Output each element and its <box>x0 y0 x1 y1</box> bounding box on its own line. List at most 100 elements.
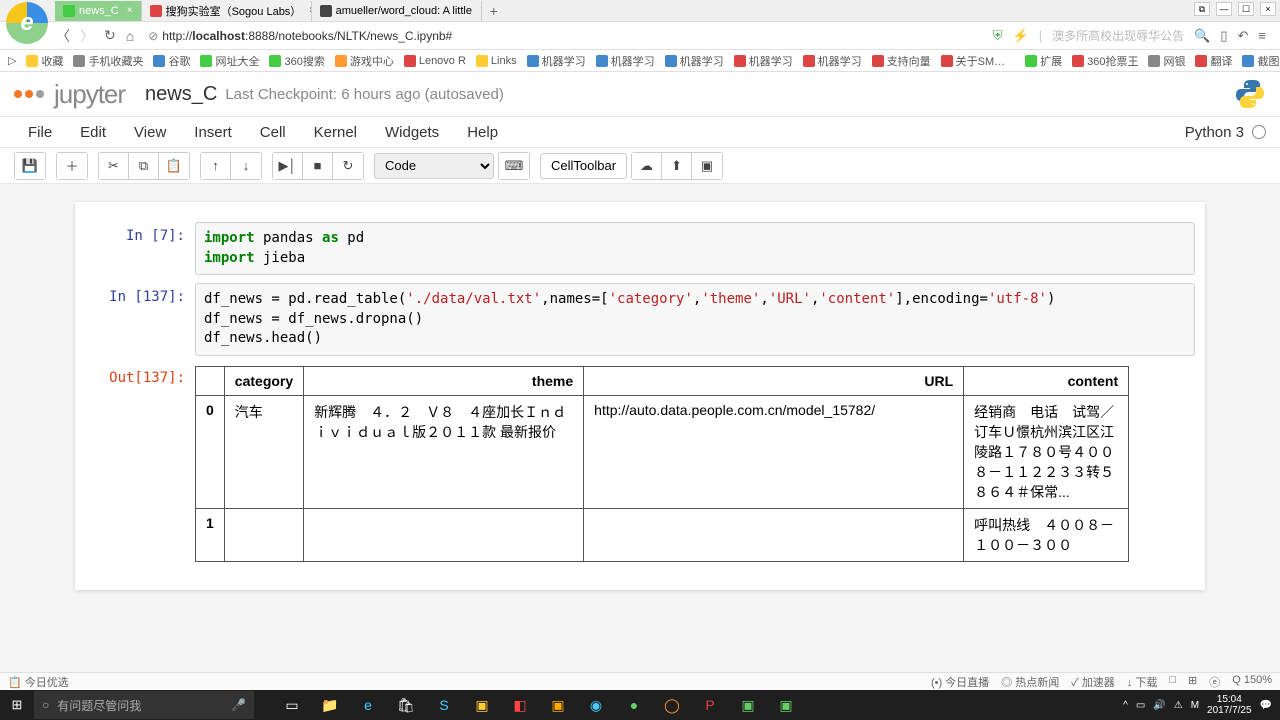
taskbar-app[interactable]: ▣ <box>730 690 766 720</box>
present-button[interactable]: ▣ <box>692 153 722 179</box>
jupyter-logo[interactable]: jupyter <box>14 79 125 110</box>
taskbar-app[interactable]: 📁 <box>312 690 348 720</box>
bookmark-item[interactable]: 截图 <box>1242 53 1279 69</box>
taskbar-app[interactable]: ◯ <box>654 690 690 720</box>
bookmark-item[interactable]: 游戏中心 <box>335 53 394 69</box>
reader-icon[interactable]: ▯ <box>1220 28 1227 44</box>
bookmark-item[interactable]: 扩展 <box>1025 53 1062 69</box>
taskbar-app[interactable]: ▣ <box>768 690 804 720</box>
command-palette-button[interactable]: ⌨ <box>499 153 529 179</box>
tray-icon[interactable]: ⚠ <box>1174 700 1183 711</box>
reload-icon[interactable]: ↻ <box>104 27 116 44</box>
browser-tab-active[interactable]: news_C × <box>55 1 142 21</box>
tray-notifications-icon[interactable]: 💬 <box>1260 700 1272 711</box>
statusbar-left[interactable]: 📋 今日优选 <box>8 674 69 690</box>
code-cell[interactable]: In [7]: import pandas as pd import jieba <box>85 222 1195 275</box>
share-button[interactable]: ⬆ <box>662 153 692 179</box>
taskbar-app[interactable]: ▣ <box>540 690 576 720</box>
taskbar-app[interactable]: P <box>692 690 728 720</box>
tab-close-icon[interactable]: × <box>480 5 482 16</box>
bookmark-item[interactable]: 360抢票王 <box>1072 53 1138 69</box>
bookmark-item[interactable]: 关于SM… <box>941 53 1006 69</box>
taskbar-app[interactable]: ◧ <box>502 690 538 720</box>
tray-ime[interactable]: M <box>1191 700 1199 711</box>
bookmark-item[interactable]: 收藏 <box>26 53 63 69</box>
browser-tab[interactable]: amueller/word_cloud: A little × <box>312 1 482 21</box>
statusbar-item[interactable]: ⓔ <box>1209 674 1220 690</box>
tab-close-icon[interactable]: × <box>127 5 133 16</box>
browser-tab[interactable]: 搜狗实验室（Sogou Labs） × <box>142 1 312 21</box>
tray-clock[interactable]: 15:042017/7/25 <box>1207 694 1252 716</box>
bookmark-item[interactable]: 360搜索 <box>269 53 324 69</box>
statusbar-item[interactable]: ◎ 热点新闻 <box>1001 674 1059 690</box>
statusbar-item[interactable]: □ <box>1169 674 1176 690</box>
taskbar-app[interactable]: 🛍 <box>388 690 424 720</box>
search-hint[interactable]: 澳多所高校出现辱华公告 <box>1052 27 1184 44</box>
statusbar-item[interactable]: ⊞ <box>1188 674 1197 690</box>
bookmark-item[interactable]: 机器学习 <box>734 53 793 69</box>
start-button[interactable]: ⊞ <box>0 690 34 720</box>
menu-file[interactable]: File <box>14 118 66 147</box>
statusbar-item[interactable]: ✓ 加速器 <box>1071 674 1115 690</box>
code-input[interactable]: import pandas as pd import jieba <box>195 222 1195 275</box>
bookmark-item[interactable]: 网银 <box>1148 53 1185 69</box>
statusbar-item[interactable]: ↓ 下载 <box>1127 674 1158 690</box>
tray-icon[interactable]: 🔊 <box>1153 700 1165 711</box>
restart-button[interactable]: ↻ <box>333 153 363 179</box>
move-up-button[interactable]: ↑ <box>201 153 231 179</box>
bookmark-item[interactable]: 机器学习 <box>803 53 862 69</box>
bookmarks-toggle-icon[interactable]: ▷ <box>8 54 16 67</box>
cut-button[interactable]: ✂ <box>99 153 129 179</box>
bookmark-item[interactable]: 网址大全 <box>200 53 259 69</box>
menu-help[interactable]: Help <box>453 118 512 147</box>
search-icon[interactable]: 🔍 <box>1194 28 1210 44</box>
paste-button[interactable]: 📋 <box>159 153 189 179</box>
stop-button[interactable]: ■ <box>303 153 333 179</box>
home-icon[interactable]: ⌂ <box>126 28 134 44</box>
new-tab-button[interactable]: + <box>482 3 506 19</box>
menu-widgets[interactable]: Widgets <box>371 118 453 147</box>
bookmark-item[interactable]: Links <box>476 55 517 67</box>
bookmark-item[interactable]: 谷歌 <box>153 53 190 69</box>
bookmark-item[interactable]: 机器学习 <box>596 53 655 69</box>
add-cell-button[interactable]: ＋ <box>57 153 87 179</box>
mic-icon[interactable]: 🎤 <box>231 698 246 712</box>
site-info-icon[interactable]: ⊘ <box>148 29 158 43</box>
tray-icon[interactable]: ^ <box>1123 700 1128 711</box>
window-minimize-icon[interactable]: — <box>1216 2 1232 16</box>
save-button[interactable]: 💾 <box>15 153 45 179</box>
shield-icon[interactable]: ⛨ <box>993 28 1003 44</box>
taskbar-app[interactable]: ● <box>616 690 652 720</box>
undo-icon[interactable]: ↶ <box>1238 28 1249 44</box>
bookmark-item[interactable]: Lenovo R <box>404 55 466 67</box>
menu-icon[interactable]: ≡ <box>1258 28 1266 43</box>
menu-edit[interactable]: Edit <box>66 118 120 147</box>
notebook-scroll[interactable]: In [7]: import pandas as pd import jieba… <box>0 184 1280 672</box>
window-maximize-icon[interactable]: ☐ <box>1238 2 1254 16</box>
tray-icon[interactable]: ▭ <box>1136 700 1145 711</box>
bookmark-item[interactable]: 机器学习 <box>665 53 724 69</box>
menu-view[interactable]: View <box>120 118 180 147</box>
bookmark-item[interactable]: 手机收藏夹 <box>73 53 143 69</box>
menu-kernel[interactable]: Kernel <box>300 118 371 147</box>
taskbar-app[interactable]: S <box>426 690 462 720</box>
task-view-icon[interactable]: ▭ <box>274 690 310 720</box>
celltoolbar-button[interactable]: CellToolbar <box>540 153 627 179</box>
window-close-icon[interactable]: × <box>1260 2 1276 16</box>
forward-icon[interactable]: 〉 <box>80 26 94 46</box>
cloud-upload-button[interactable]: ☁ <box>632 153 662 179</box>
taskbar-app[interactable]: ◉ <box>578 690 614 720</box>
back-icon[interactable]: 〈 <box>56 26 70 46</box>
window-restore-icon[interactable]: ⧉ <box>1194 2 1210 16</box>
menu-insert[interactable]: Insert <box>180 118 246 147</box>
taskbar-search[interactable]: ○ 有问题尽管问我 🎤 <box>34 691 254 719</box>
bookmark-item[interactable]: 支持向量 <box>872 53 931 69</box>
bookmark-item[interactable]: 机器学习 <box>527 53 586 69</box>
code-input[interactable]: df_news = pd.read_table('./data/val.txt'… <box>195 283 1195 356</box>
move-down-button[interactable]: ↓ <box>231 153 261 179</box>
taskbar-app[interactable]: e <box>350 690 386 720</box>
taskbar-app[interactable]: ▣ <box>464 690 500 720</box>
menu-cell[interactable]: Cell <box>246 118 300 147</box>
copy-button[interactable]: ⧉ <box>129 153 159 179</box>
cell-type-select[interactable]: Code <box>374 153 494 179</box>
